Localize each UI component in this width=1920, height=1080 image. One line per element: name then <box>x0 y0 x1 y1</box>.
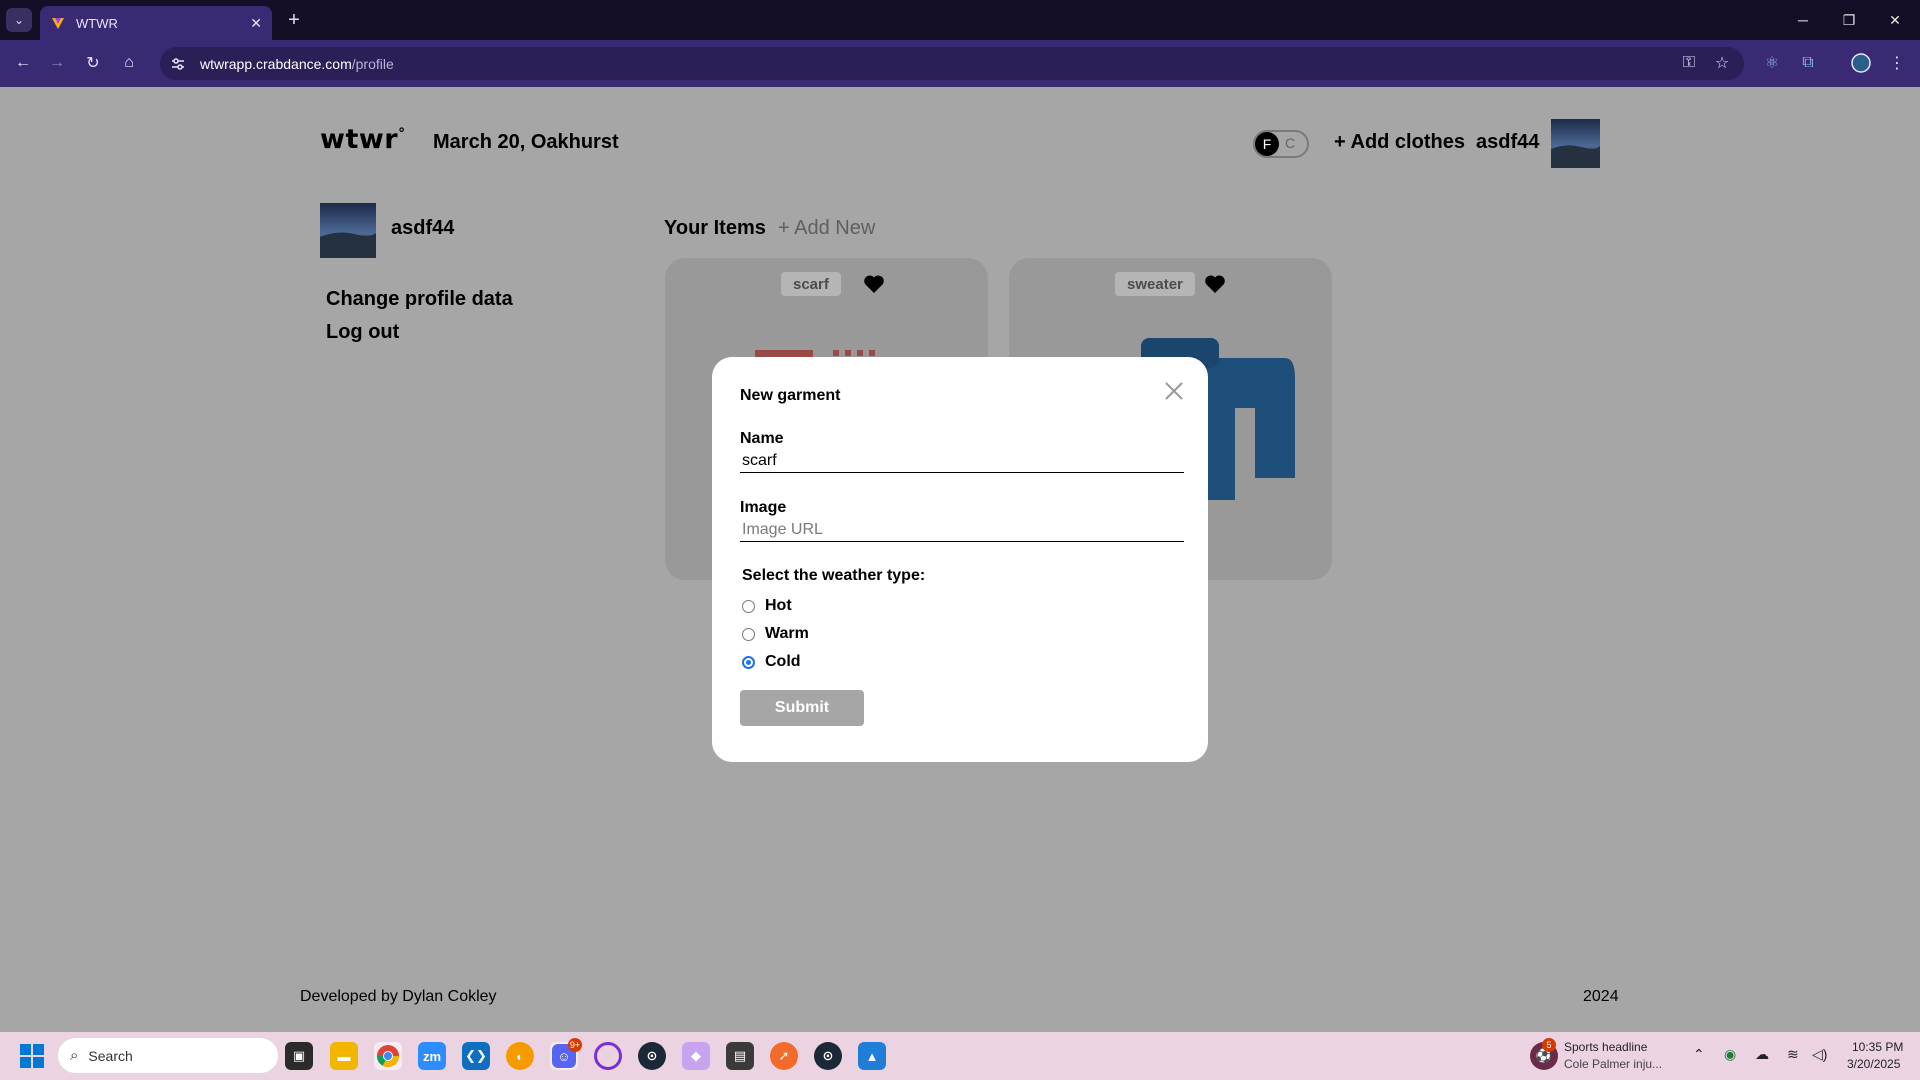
browser-menu-icon[interactable]: ⋮ <box>1886 52 1908 74</box>
your-items-title: Your Items <box>664 217 766 239</box>
app-logo[interactable]: wtwr° <box>320 124 406 155</box>
taskbar-time[interactable]: 10:35 PM <box>1852 1040 1903 1054</box>
tab-title: WTWR <box>76 15 118 31</box>
search-icon: ⌕ <box>70 1047 79 1064</box>
news-subtitle[interactable]: Cole Palmer inju... <box>1564 1057 1662 1071</box>
logo-text: wtwr <box>320 124 399 155</box>
cortana-icon[interactable] <box>594 1042 622 1070</box>
browser-tab[interactable]: WTWR ✕ <box>40 6 272 40</box>
image-label: Image <box>740 499 787 516</box>
profile-avatar <box>320 203 376 258</box>
notes-icon[interactable]: ▤ <box>726 1042 754 1070</box>
name-input[interactable] <box>740 449 1184 473</box>
item-name-tag: sweater <box>1115 272 1195 296</box>
react-devtools-icon[interactable]: ⚛ <box>1761 52 1783 74</box>
date-location: March 20, Oakhurst <box>433 131 619 153</box>
restore-button[interactable]: ❐ <box>1826 0 1872 40</box>
heart-like-icon[interactable] <box>1203 272 1227 296</box>
reload-button[interactable]: ↻ <box>80 50 106 76</box>
new-tab-button[interactable]: + <box>282 8 306 32</box>
modal-title: New garment <box>740 387 841 404</box>
app-icon[interactable]: ◐ <box>506 1042 534 1070</box>
submit-button[interactable]: Submit <box>740 690 864 726</box>
sidebar-username: asdf44 <box>391 217 455 239</box>
radio-button-icon[interactable] <box>742 655 755 669</box>
password-key-icon[interactable]: ⚿ <box>1678 52 1700 74</box>
forward-button[interactable]: → <box>44 50 70 76</box>
task-view-icon[interactable]: ▣ <box>285 1042 313 1070</box>
add-new-button[interactable]: + Add New <box>778 217 875 240</box>
chevron-down-icon: ⌄ <box>13 13 25 27</box>
weather-type-label: Select the weather type: <box>742 567 926 584</box>
add-clothes-button[interactable]: + Add clothes <box>1334 131 1465 154</box>
tab-favicon-icon <box>52 18 64 29</box>
logout-link[interactable]: Log out <box>326 321 399 344</box>
toggle-off-label: C <box>1285 135 1296 151</box>
volume-icon[interactable]: ◁) <box>1812 1046 1827 1063</box>
steam-icon[interactable]: ⊙ <box>814 1042 842 1070</box>
wifi-icon[interactable]: ≋ <box>1787 1046 1799 1063</box>
zoom-icon[interactable]: zm <box>418 1042 446 1070</box>
file-explorer-icon[interactable]: ▬ <box>330 1042 358 1070</box>
radio-cold[interactable]: Cold <box>742 653 801 671</box>
url-path: /profile <box>351 55 394 72</box>
back-button[interactable]: ← <box>10 50 36 76</box>
bookmark-star-icon[interactable]: ☆ <box>1711 52 1733 74</box>
minimize-button[interactable]: ─ <box>1780 0 1826 40</box>
taskbar-date[interactable]: 3/20/2025 <box>1847 1057 1900 1071</box>
temperature-unit-toggle[interactable]: F C <box>1253 130 1309 158</box>
chevron-up-icon[interactable]: ⌃ <box>1693 1046 1705 1063</box>
close-window-button[interactable]: ✕ <box>1872 0 1918 40</box>
item-name-tag: scarf <box>781 272 841 296</box>
toggle-knob: F <box>1255 132 1279 156</box>
address-bar[interactable]: wtwrapp.crabdance.com/profile <box>160 47 1744 80</box>
photos-icon[interactable]: ▲ <box>858 1042 886 1070</box>
news-headline[interactable]: Sports headline <box>1564 1040 1647 1054</box>
site-info-icon[interactable] <box>170 56 186 72</box>
steam-icon[interactable]: ⊙ <box>638 1042 666 1070</box>
radio-button-icon[interactable] <box>742 627 755 641</box>
radio-label: Warm <box>765 625 809 642</box>
radio-hot[interactable]: Hot <box>742 597 792 615</box>
cloud-icon[interactable]: ☁ <box>1755 1046 1769 1063</box>
extensions-icon[interactable]: ⧉ <box>1797 52 1819 74</box>
close-icon[interactable] <box>1162 379 1186 403</box>
radio-button-icon[interactable] <box>742 599 755 613</box>
radio-warm[interactable]: Warm <box>742 625 809 643</box>
heart-like-icon[interactable] <box>862 272 886 296</box>
tab-close-icon[interactable]: ✕ <box>250 15 262 32</box>
tab-search-button[interactable]: ⌄ <box>6 8 32 32</box>
profile-icon[interactable] <box>1850 52 1872 74</box>
logo-mark: ° <box>398 126 406 142</box>
taskbar-search-label: Search <box>88 1047 133 1064</box>
home-button[interactable]: ⌂ <box>116 50 142 76</box>
new-garment-modal: New garment Name Image Select the weathe… <box>712 357 1208 762</box>
news-badge: 5 <box>1542 1038 1556 1052</box>
discord-badge: 9+ <box>568 1038 582 1052</box>
defender-icon[interactable]: ◉ <box>1724 1046 1736 1063</box>
radio-label: Cold <box>765 653 801 670</box>
windows-start-icon[interactable] <box>20 1044 44 1068</box>
taskbar-search[interactable]: ⌕ Search <box>58 1038 278 1073</box>
header-avatar[interactable] <box>1551 119 1600 168</box>
footer-year: 2024 <box>1583 988 1619 1005</box>
name-label: Name <box>740 430 784 447</box>
chrome-icon[interactable] <box>374 1042 402 1070</box>
postman-icon[interactable]: ➚ <box>770 1042 798 1070</box>
app-icon[interactable]: ◆ <box>682 1042 710 1070</box>
image-url-input[interactable] <box>740 518 1184 542</box>
footer-developer: Developed by Dylan Cokley <box>300 988 497 1005</box>
header-username[interactable]: asdf44 <box>1476 131 1539 154</box>
vscode-icon[interactable]: ❮❯ <box>462 1042 490 1070</box>
url-host: wtwrapp.crabdance.com <box>200 55 352 72</box>
radio-label: Hot <box>765 597 792 614</box>
change-profile-link[interactable]: Change profile data <box>326 288 513 311</box>
